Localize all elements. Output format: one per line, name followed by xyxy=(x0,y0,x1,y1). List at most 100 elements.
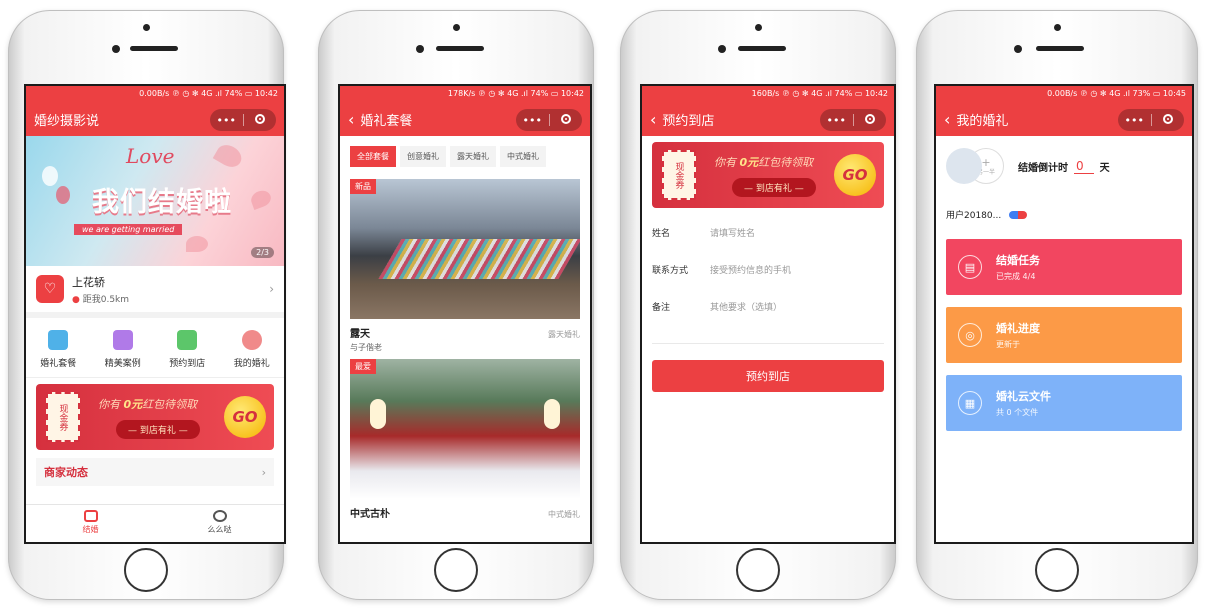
task-sub: 已完成 4/4 xyxy=(996,272,1036,281)
package-title: 露天 xyxy=(350,329,370,340)
target-icon xyxy=(560,113,571,124)
close-button[interactable] xyxy=(854,113,887,127)
countdown-label: 结婚倒计时 xyxy=(1018,162,1068,174)
nav-bar: ‹ 预约到店 ••• xyxy=(642,102,894,136)
user-name: 用户20180... xyxy=(946,211,1002,221)
coupon-banner[interactable]: 现金券 你有 0元红包待领取 — 到店有礼 — GO xyxy=(36,384,274,450)
grid-label: 预约到店 xyxy=(169,359,206,369)
chevron-right-icon: › xyxy=(261,465,266,479)
tag-new: 新品 xyxy=(350,179,376,194)
camera-lens xyxy=(112,45,120,53)
go-button[interactable]: GO xyxy=(834,154,876,196)
feature-grid: 婚礼套餐 精美案例 预约到店 我的婚礼 xyxy=(26,318,284,378)
more-button[interactable]: ••• xyxy=(1118,114,1151,127)
task-card-cloud-files[interactable]: ▦ 婚礼云文件共 0 个文件 xyxy=(946,375,1182,431)
wedding-countdown: 结婚倒计时 0 天 xyxy=(1018,159,1110,174)
note-input[interactable]: 其他要求（选填） xyxy=(710,300,782,313)
package-photo: 最爱 xyxy=(350,359,580,499)
form-row-contact: 联系方式 接受预约信息的手机 xyxy=(642,251,894,288)
home-button[interactable] xyxy=(124,548,168,592)
nav-bar: ‹ 我的婚礼 ••• xyxy=(936,102,1192,136)
banner-carousel[interactable]: Love 我们结婚啦 we are getting married 2/3 xyxy=(26,136,284,266)
go-button[interactable]: GO xyxy=(224,396,266,438)
avatar xyxy=(946,148,982,184)
home-button[interactable] xyxy=(736,548,780,592)
calendar-icon xyxy=(177,330,198,350)
camera-lens xyxy=(1014,45,1022,53)
phone-input[interactable]: 接受预约信息的手机 xyxy=(710,263,791,276)
task-card-wedding-progress[interactable]: ◎ 婚礼进度 更新于 xyxy=(946,307,1182,363)
tab-memo[interactable]: 么么哒 xyxy=(155,505,284,542)
filter-all[interactable]: 全部套餐 xyxy=(350,146,396,167)
grid-label: 精美案例 xyxy=(104,359,141,369)
grid-item-my-wedding[interactable]: 我的婚礼 xyxy=(220,330,285,369)
coupon-pill[interactable]: — 到店有礼 — xyxy=(116,420,200,439)
grid-item-booking[interactable]: 预约到店 xyxy=(155,330,220,369)
banner-love-text: Love xyxy=(126,144,175,168)
screen-packages: 178K/s ℗ ◷ ✻ 4G .ıl 74% ▭ 10:42 ‹ 婚礼套餐 •… xyxy=(338,84,592,544)
target-icon xyxy=(864,113,875,124)
form-row-name: 姓名 请填写姓名 xyxy=(642,214,894,251)
chevron-right-icon: › xyxy=(269,282,274,296)
status-bar: 0.00B/s ℗ ◷ ✻ 4G .ıl 73% ▭ 10:45 xyxy=(936,86,1192,102)
petal-decoration xyxy=(212,140,246,172)
banner-tagline: we are getting married xyxy=(74,224,183,235)
back-arrow-icon[interactable]: ‹ xyxy=(650,110,656,129)
distance-text: 距我0.5km xyxy=(82,294,130,305)
nav-title: 我的婚礼 xyxy=(956,113,1009,129)
user-icon xyxy=(241,330,262,350)
grid-item-cases[interactable]: 精美案例 xyxy=(91,330,156,369)
name-input[interactable]: 请填写姓名 xyxy=(710,226,755,239)
countdown-value[interactable]: 0 xyxy=(1074,159,1094,174)
target-icon xyxy=(254,113,265,124)
booking-form: 姓名 请填写姓名 联系方式 接受预约信息的手机 备注 其他要求（选填） xyxy=(642,214,894,344)
home-button[interactable] xyxy=(434,548,478,592)
package-card[interactable]: 最爱 中式古朴 中式婚礼 xyxy=(350,359,580,520)
package-desc: 与子偕老 xyxy=(350,343,382,352)
balloon-decoration xyxy=(56,186,70,204)
tab-bar: 结婚 么么哒 xyxy=(26,504,284,542)
countdown-unit: 天 xyxy=(1099,162,1110,174)
gift-icon xyxy=(112,330,133,350)
mini-program-capsule: ••• xyxy=(516,109,582,131)
target-icon xyxy=(1162,113,1173,124)
progress-icon: ◎ xyxy=(958,323,982,347)
speaker-grille xyxy=(130,46,178,51)
back-arrow-icon[interactable]: ‹ xyxy=(348,110,354,129)
coupon-banner[interactable]: 现金券 你有 0元红包待领取 — 到店有礼 — GO xyxy=(652,142,884,208)
close-button[interactable] xyxy=(1152,113,1185,127)
home-button[interactable] xyxy=(1035,548,1079,592)
more-button[interactable]: ••• xyxy=(516,114,549,127)
checklist-icon: ▤ xyxy=(958,255,982,279)
nav-bar: ‹ 婚礼套餐 ••• xyxy=(340,102,590,136)
close-button[interactable] xyxy=(244,113,277,127)
phone-frame-4: 0.00B/s ℗ ◷ ✻ 4G .ıl 73% ▭ 10:45 ‹ 我的婚礼 … xyxy=(916,10,1198,600)
screen-home: 0.00B/s ℗ ◷ ✻ 4G .ıl 74% ▭ 10:42 婚纱摄影说 •… xyxy=(24,84,286,544)
speaker-grille xyxy=(1036,46,1084,51)
task-card-wedding-tasks[interactable]: ▤ 结婚任务已完成 4/4 xyxy=(946,239,1182,295)
coupon-pill[interactable]: — 到店有礼 — xyxy=(732,178,816,197)
banner-pager: 2/3 xyxy=(251,247,274,258)
submit-booking-button[interactable]: 预约到店 xyxy=(652,360,884,392)
filter-chinese[interactable]: 中式婚礼 xyxy=(500,146,546,167)
divider xyxy=(652,343,884,344)
close-button[interactable] xyxy=(550,113,583,127)
package-category: 露天婚礼 xyxy=(548,330,580,339)
merchant-news-row[interactable]: 商家动态 › xyxy=(36,458,274,486)
shop-info-row[interactable]: ♡ 上花轿 ● 距我0.5km › xyxy=(26,266,284,318)
filter-creative[interactable]: 创意婚礼 xyxy=(400,146,446,167)
task-title: 结婚任务 xyxy=(996,254,1040,267)
camera-lens xyxy=(416,45,424,53)
location-pin-icon: ● xyxy=(72,294,80,305)
package-card[interactable]: 新品 露天 露天婚礼 与子偕老 xyxy=(350,179,580,353)
status-bar: 178K/s ℗ ◷ ✻ 4G .ıl 74% ▭ 10:42 xyxy=(340,86,590,102)
back-arrow-icon[interactable]: ‹ xyxy=(944,110,950,129)
tab-wedding[interactable]: 结婚 xyxy=(26,505,155,542)
more-button[interactable]: ••• xyxy=(210,114,243,127)
more-button[interactable]: ••• xyxy=(820,114,853,127)
grid-item-packages[interactable]: 婚礼套餐 xyxy=(26,330,91,369)
coupon-ticket: 现金券 xyxy=(662,150,696,200)
speaker-grille xyxy=(738,46,786,51)
screen-booking: 160B/s ℗ ◷ ✻ 4G .ıl 74% ▭ 10:42 ‹ 预约到店 •… xyxy=(640,84,896,544)
filter-outdoor[interactable]: 露天婚礼 xyxy=(450,146,496,167)
